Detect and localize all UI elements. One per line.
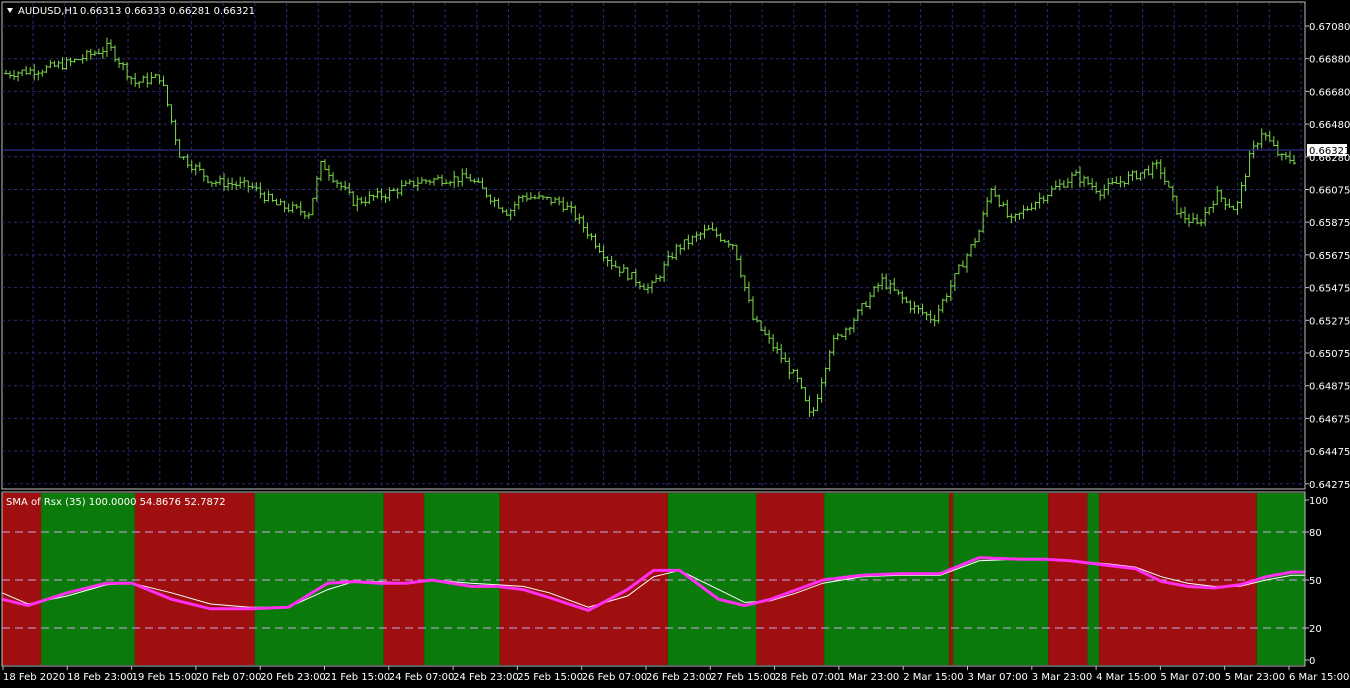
trend-zone-bull [254,493,384,665]
trend-zone-bull [424,493,500,665]
time-tick-label: 25 Feb 15:00 [517,672,583,683]
indicator-tick-label: 50 [1309,576,1322,587]
indicator-label: SMA of Rsx (35) 100.0000 54.8676 52.7872 [6,497,226,508]
time-tick-label: 20 Feb 07:00 [196,672,262,683]
time-tick-label: 20 Feb 23:00 [260,672,326,683]
trend-zone-bull [1256,493,1305,665]
price-tick-label: 0.65275 [1309,316,1350,327]
time-tick-label: 6 Mar 15:00 [1289,672,1349,683]
time-tick-label: 5 Mar 23:00 [1225,672,1285,683]
indicator-tick-label: 100 [1309,496,1328,507]
chart-header: AUDUSD,H1 0.66313 0.66333 0.66281 0.6632… [7,6,255,17]
trend-zone-bear [2,493,42,665]
time-tick-label: 1 Mar 23:00 [839,672,899,683]
time-tick-label: 21 Feb 15:00 [325,672,391,683]
price-tick-label: 0.67080 [1309,22,1350,33]
time-tick-label: 24 Feb 23:00 [453,672,519,683]
time-tick-label: 18 Feb 23:00 [67,672,133,683]
time-tick-label: 24 Feb 07:00 [389,672,455,683]
trend-zone-bull [1087,493,1100,665]
trend-zone-bull [667,493,757,665]
trend-zone-bear [949,493,954,665]
time-tick-label: 3 Mar 23:00 [1032,672,1092,683]
time-tick-label: 19 Feb 15:00 [132,672,198,683]
chart-window[interactable]: 0.670800.668800.666800.664800.662800.660… [0,0,1350,688]
time-tick-label: 18 Feb 2020 [3,672,65,683]
time-tick-label: 2 Mar 15:00 [903,672,963,683]
price-tick-label: 0.65675 [1309,251,1350,262]
time-tick-label: 5 Mar 07:00 [1160,672,1220,683]
trend-zone-bear [756,493,825,665]
price-tick-label: 0.65475 [1309,284,1350,295]
trend-zone-bear [134,493,255,665]
price-tick-label: 0.64875 [1309,382,1350,393]
price-tick-label: 0.65075 [1309,349,1350,360]
time-tick-label: 27 Feb 15:00 [710,672,776,683]
time-tick-label: 26 Feb 23:00 [646,672,712,683]
price-tick-label: 0.64675 [1309,414,1350,425]
current-price-marker: 0.66321 [1307,144,1350,157]
symbol-timeframe: AUDUSD,H1 [18,6,78,17]
trend-zone-bear [1048,493,1088,665]
current-price-label: 0.66321 [1309,146,1350,157]
price-tick-label: 0.65875 [1309,218,1350,229]
time-tick-label: 26 Feb 07:00 [582,672,648,683]
trend-zone-bear [1099,493,1257,665]
price-tick-label: 0.66680 [1309,87,1350,98]
trend-zone-bull [41,493,135,665]
indicator-pane[interactable]: SMA of Rsx (35) 100.0000 54.8676 52.7872… [1,491,1328,667]
price-tick-label: 0.64275 [1309,480,1350,491]
trend-zone-bear [383,493,425,665]
indicator-tick-label: 80 [1309,528,1322,539]
price-tick-label: 0.64475 [1309,447,1350,458]
ohlc-values: 0.66313 0.66333 0.66281 0.66321 [80,6,255,17]
price-tick-label: 0.66880 [1309,55,1350,66]
indicator-tick-label: 20 [1309,624,1322,635]
price-axis: 0.670800.668800.666800.664800.662800.660… [1305,22,1350,491]
trend-zones [2,493,1305,665]
price-tick-label: 0.66075 [1309,186,1350,197]
indicator-tick-label: 0 [1309,656,1315,667]
time-tick-label: 4 Mar 15:00 [1096,672,1156,683]
time-tick-label: 3 Mar 07:00 [968,672,1028,683]
price-tick-label: 0.66480 [1309,120,1350,131]
time-tick-label: 28 Feb 07:00 [775,672,841,683]
trend-zone-bull [953,493,1049,665]
